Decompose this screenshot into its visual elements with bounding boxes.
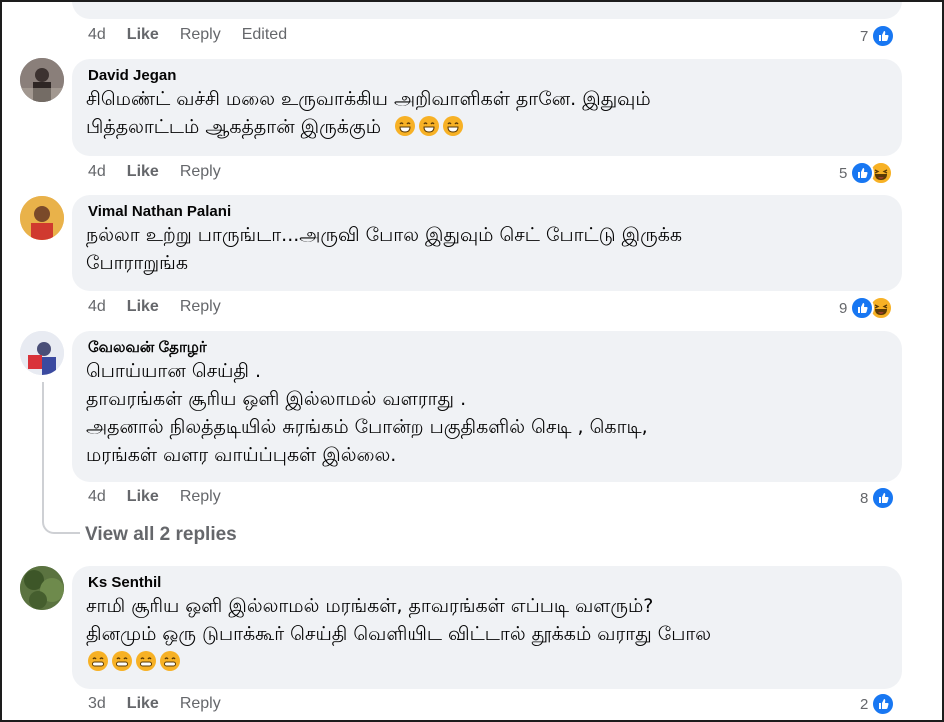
comment-meta: 4d Like Reply <box>88 488 242 506</box>
grinning-emoji-icon <box>443 116 464 136</box>
comment-text-line: தினமும் ஒரு டுபாக்கூர் செய்தி வெளியிட வி… <box>86 623 712 645</box>
comment-meta: 4d Like Reply <box>88 163 242 181</box>
beaming-emoji-icon <box>88 651 108 671</box>
grinning-emoji-icon <box>395 116 416 136</box>
like-button[interactable]: Like <box>127 298 159 316</box>
reply-button[interactable]: Reply <box>180 298 221 316</box>
comment-text-line: பொய்யான செய்தி . <box>86 360 262 382</box>
reaction-summary[interactable]: 5 <box>839 161 894 185</box>
comment-meta: 3d Like Reply <box>88 695 242 713</box>
reaction-count: 2 <box>860 695 869 713</box>
reaction-count: 8 <box>860 489 869 507</box>
comment-bubble-partial <box>72 2 902 19</box>
reply-button[interactable]: Reply <box>180 695 221 713</box>
comment-text-line: சாமி சூரிய ஒளி இல்லாமல் மரங்கள், தாவரங்க… <box>86 595 654 617</box>
comment-text-line: பித்தலாட்டம் ஆகத்தான் இருக்கும் <box>86 116 381 138</box>
comment-author[interactable]: Vimal Nathan Palani <box>88 203 888 221</box>
like-icon <box>871 486 896 510</box>
reply-button[interactable]: Reply <box>180 163 221 181</box>
comment-meta-top: 4d Like Reply Edited <box>88 26 308 44</box>
like-button[interactable]: Like <box>127 26 159 44</box>
reply-button[interactable]: Reply <box>180 26 221 44</box>
comments-panel: 4d Like Reply Edited 7 David Jegan சிமெண… <box>0 0 944 722</box>
reaction-count: 5 <box>839 164 848 182</box>
beaming-emoji-icon <box>160 651 180 671</box>
like-icon <box>850 296 875 320</box>
beaming-emoji-icon <box>112 651 132 671</box>
like-icon <box>871 692 896 716</box>
avatar[interactable] <box>20 58 64 102</box>
comment-text-line: நல்லா உற்று பாருங்டா...அருவி போல இதுவும்… <box>86 224 683 246</box>
avatar[interactable] <box>20 566 64 610</box>
reaction-summary[interactable]: 7 <box>860 24 896 48</box>
comment-time[interactable]: 4d <box>88 488 106 506</box>
comment-text-line: அதனால் நிலத்தடியில் சுரங்கம் போன்ற பகுதி… <box>86 416 648 438</box>
reaction-summary[interactable]: 9 <box>839 296 894 320</box>
view-replies-link[interactable]: View all 2 replies <box>85 524 237 546</box>
reply-button[interactable]: Reply <box>180 488 221 506</box>
comment-bubble: Vimal Nathan Palani நல்லா உற்று பாருங்டா… <box>72 195 902 291</box>
comment-text-line: மரங்கள் வளர வாய்ப்புகள் இல்லை. <box>86 444 397 466</box>
comment-text-line: சிமெண்ட் வச்சி மலை உருவாக்கிய அறிவாளிகள்… <box>86 88 651 110</box>
reply-thread-line <box>42 382 80 534</box>
comment-bubble: David Jegan சிமெண்ட் வச்சி மலை உருவாக்கி… <box>72 59 902 156</box>
avatar[interactable] <box>20 331 64 375</box>
like-button[interactable]: Like <box>127 488 159 506</box>
comment-author[interactable]: David Jegan <box>88 67 888 85</box>
like-button[interactable]: Like <box>127 163 159 181</box>
grinning-emoji-icon <box>419 116 440 136</box>
reaction-count: 9 <box>839 299 848 317</box>
like-icon <box>871 24 896 48</box>
like-button[interactable]: Like <box>127 695 159 713</box>
reaction-count: 7 <box>860 27 869 45</box>
comment-text-line: தாவரங்கள் சூரிய ஒளி இல்லாமல் வளராது . <box>86 388 467 410</box>
comment-bubble: வேலவன் தோழர் பொய்யான செய்தி . தாவரங்கள் … <box>72 331 902 482</box>
beaming-emoji-icon <box>136 651 156 671</box>
like-icon <box>850 161 875 185</box>
comment-text-line: போராறுங்க <box>86 252 188 274</box>
comment-time[interactable]: 4d <box>88 298 106 316</box>
comment-time[interactable]: 4d <box>88 163 106 181</box>
avatar[interactable] <box>20 196 64 240</box>
emoji-line <box>88 648 888 676</box>
comment-author[interactable]: வேலவன் தோழர் <box>88 339 888 357</box>
comment-meta: 4d Like Reply <box>88 298 242 316</box>
comment-time[interactable]: 4d <box>88 26 106 44</box>
comment-text-line-with-emoji: பித்தலாட்டம் ஆகத்தான் இருக்கும் <box>86 113 888 141</box>
reaction-summary[interactable]: 8 <box>860 486 896 510</box>
comment-time[interactable]: 3d <box>88 695 106 713</box>
comment-bubble: Ks Senthil சாமி சூரிய ஒளி இல்லாமல் மரங்க… <box>72 566 902 689</box>
reaction-summary[interactable]: 2 <box>860 692 896 716</box>
comment-author[interactable]: Ks Senthil <box>88 574 888 592</box>
edited-label: Edited <box>241 26 288 43</box>
